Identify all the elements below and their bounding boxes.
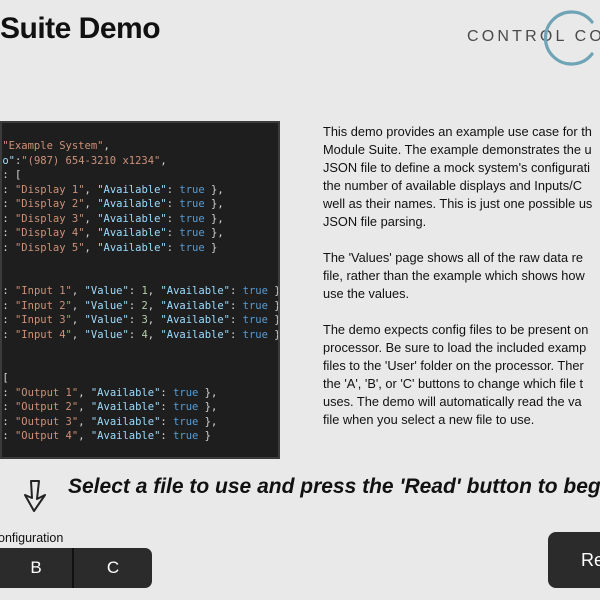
description-paragraph-2: The 'Values' page shows all of the raw d… xyxy=(323,250,585,301)
description-paragraph-3: The demo expects config files to be pres… xyxy=(323,322,589,427)
code-line: ": "Display 4", "Available": true }, xyxy=(2,227,224,239)
code-line: ": "Display 5", "Available": true } xyxy=(2,241,218,254)
code-line: [ xyxy=(2,372,9,384)
code-line: ": "Output 2", "Available": true }, xyxy=(2,401,218,413)
code-line: ": "Display 2", "Available": true }, xyxy=(2,198,224,210)
arrow-down-icon xyxy=(24,480,46,512)
ring-logo-icon xyxy=(543,10,594,66)
code-line: fo":"(987) 654-3210 x1234", xyxy=(2,154,167,167)
page-title: Suite Demo xyxy=(0,12,161,45)
code-line: :"Example System", xyxy=(2,140,110,152)
code-line: ": "Output 3", "Available": true }, xyxy=(2,415,218,428)
description: This demo provides an example use case f… xyxy=(323,123,600,447)
code-line: ": "Input 3", "Value": 3, "Available": t… xyxy=(2,314,280,326)
read-button[interactable]: Re xyxy=(548,532,600,588)
code-line: : [ xyxy=(2,169,22,181)
code-line: ": "Input 2", "Value": 2, "Available": t… xyxy=(2,299,280,312)
instruction-text: Select a file to use and press the 'Read… xyxy=(68,475,600,498)
description-paragraph-1: This demo provides an example use case f… xyxy=(323,124,593,229)
code-line: ": "Input 4", "Value": 4, "Available": t… xyxy=(2,328,280,341)
json-code-panel: :"Example System", fo":"(987) 654-3210 x1… xyxy=(0,121,280,459)
config-c-button[interactable]: C xyxy=(74,548,152,588)
config-b-button[interactable]: B xyxy=(0,548,72,588)
configuration-label: onfiguration xyxy=(0,531,64,545)
code-line: ": "Input 1", "Value": 1, "Available": t… xyxy=(2,285,280,297)
code-line: ": "Display 3", "Available": true }, xyxy=(2,212,224,225)
code-line: ": "Display 1", "Available": true }, xyxy=(2,183,224,196)
json-code: :"Example System", fo":"(987) 654-3210 x1… xyxy=(2,139,280,444)
code-line: ": "Output 1", "Available": true }, xyxy=(2,386,218,399)
code-line: ": "Output 4", "Available": true } xyxy=(2,430,212,442)
config-button-group: B C xyxy=(0,548,152,588)
